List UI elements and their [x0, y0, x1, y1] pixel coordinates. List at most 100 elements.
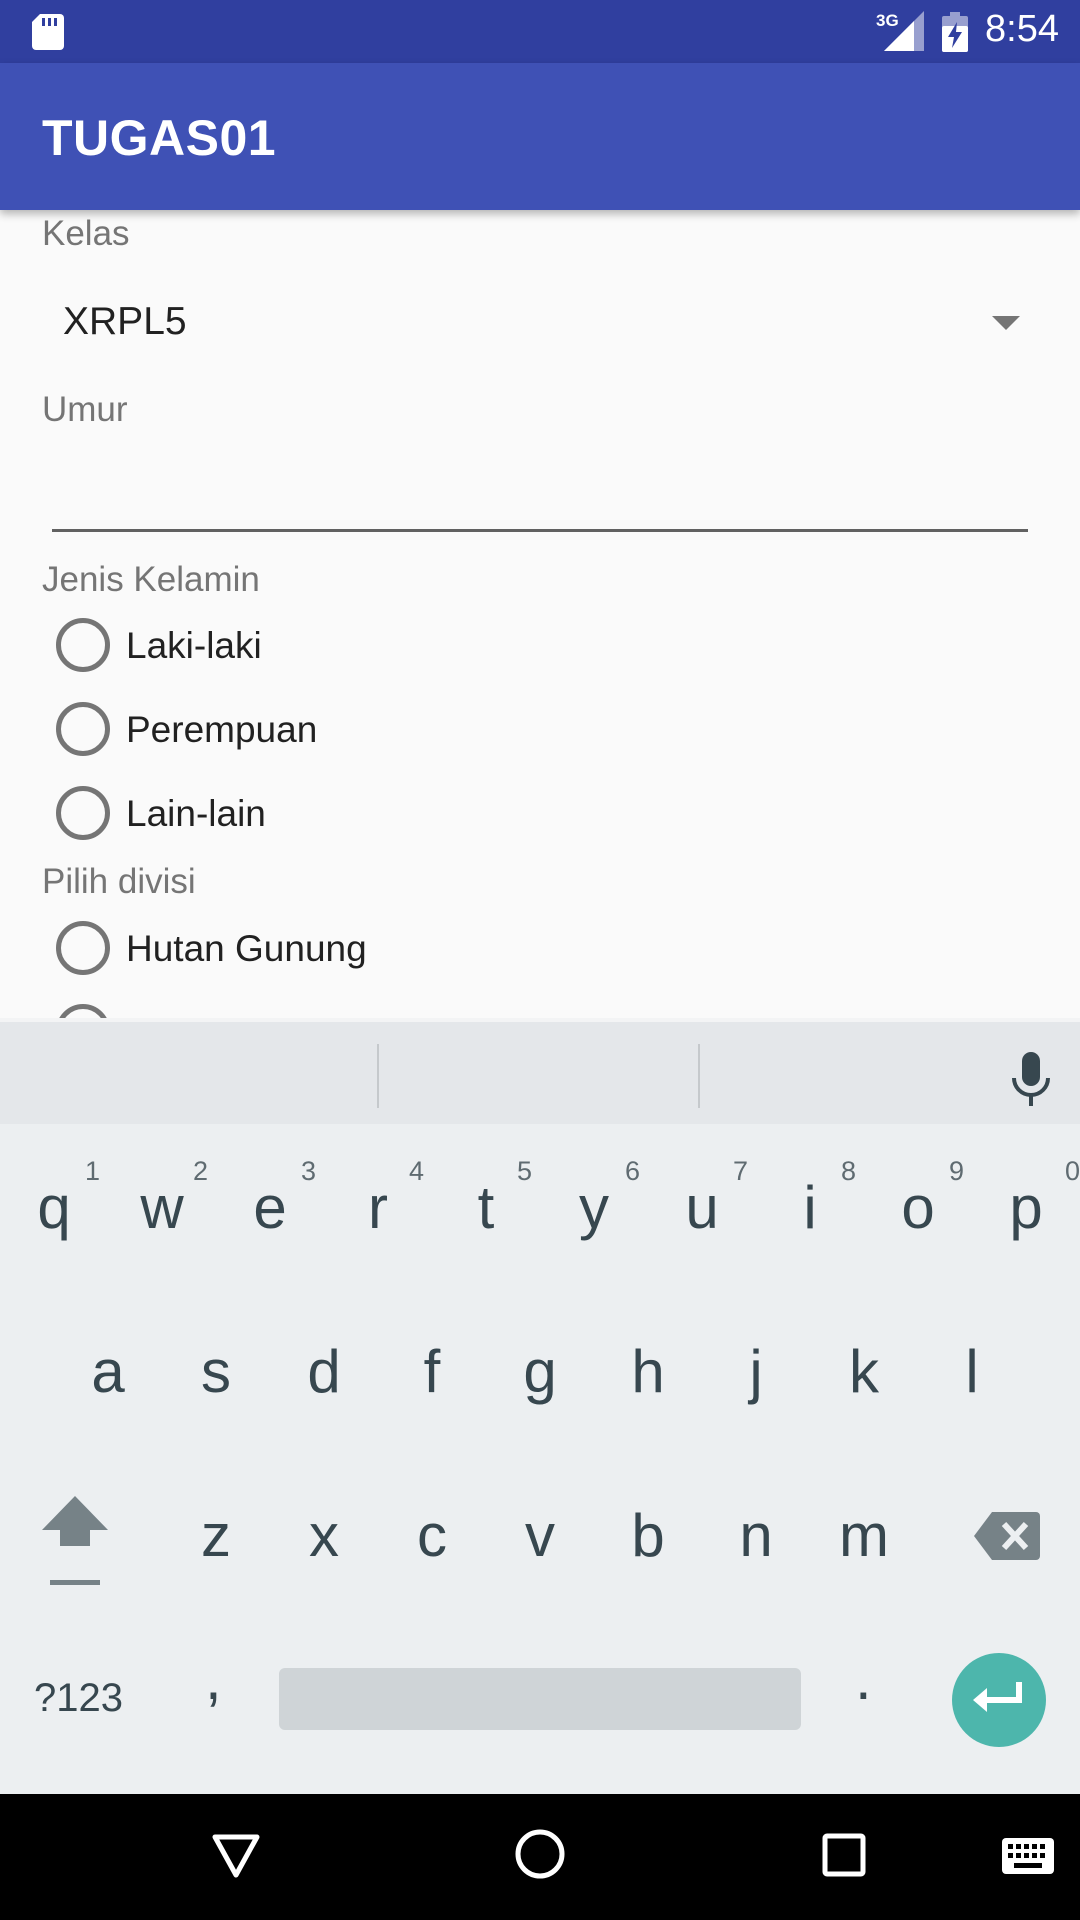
key-j[interactable]: j — [702, 1292, 810, 1452]
backspace-icon — [974, 1512, 1040, 1560]
key-label: s — [201, 1338, 231, 1405]
suggestion-strip — [0, 1018, 1080, 1124]
key-label: t — [477, 1174, 495, 1241]
key-c[interactable]: c — [378, 1456, 486, 1616]
sd-card-icon — [32, 14, 64, 50]
key-q[interactable]: 1q — [0, 1128, 108, 1288]
key-v[interactable]: v — [486, 1456, 594, 1616]
kelas-spinner-value: XRPL5 — [63, 300, 187, 343]
home-icon[interactable] — [515, 1829, 565, 1879]
radio-hutan-gunung[interactable]: Hutan Gunung — [0, 913, 600, 983]
clock: 8:54 — [985, 8, 1059, 50]
key-hint: 3 — [300, 1156, 316, 1186]
key-label: u — [685, 1174, 719, 1241]
key-g[interactable]: g — [486, 1292, 594, 1452]
key-hint: 8 — [840, 1156, 856, 1186]
key-hint: 6 — [624, 1156, 640, 1186]
battery-charging-icon — [942, 12, 968, 52]
backspace-key[interactable] — [940, 1456, 1080, 1616]
recents-icon[interactable] — [822, 1833, 866, 1877]
key-r[interactable]: 4r — [324, 1128, 432, 1288]
dropdown-arrow-icon — [992, 316, 1020, 330]
shift-key[interactable] — [0, 1456, 150, 1616]
key-hint: 2 — [192, 1156, 208, 1186]
key-b[interactable]: b — [594, 1456, 702, 1616]
key-m[interactable]: m — [810, 1456, 918, 1616]
key-p[interactable]: 0p — [972, 1128, 1080, 1288]
key-t[interactable]: 5t — [432, 1128, 540, 1288]
comma-key[interactable]: , — [205, 1644, 222, 1713]
key-label: g — [523, 1338, 557, 1405]
radio-lain-lain[interactable]: Lain-lain — [0, 778, 600, 848]
radio-button-icon — [56, 921, 110, 975]
key-label: q — [37, 1174, 71, 1241]
radio-button-icon — [56, 702, 110, 756]
key-s[interactable]: s — [162, 1292, 270, 1452]
key-k[interactable]: k — [810, 1292, 918, 1452]
key-label: v — [525, 1502, 555, 1569]
enter-icon — [973, 1682, 1022, 1712]
kelas-spinner[interactable]: XRPL5 — [42, 280, 1038, 370]
key-y[interactable]: 6y — [540, 1128, 648, 1288]
radio-button-icon — [56, 1004, 110, 1018]
key-label: r — [368, 1174, 388, 1241]
key-label: y — [579, 1174, 609, 1241]
key-label: p — [1009, 1174, 1043, 1241]
keyboard-switch-icon[interactable] — [1002, 1838, 1054, 1874]
status-bar: 3G 8:54 — [0, 0, 1080, 63]
radio-label: Lain-lain — [126, 793, 266, 834]
enter-key[interactable] — [952, 1653, 1046, 1747]
radio-label: Hutan Gunung — [126, 928, 367, 969]
key-f[interactable]: f — [378, 1292, 486, 1452]
key-hint: 1 — [84, 1156, 100, 1186]
key-w[interactable]: 2w — [108, 1128, 216, 1288]
key-x[interactable]: x — [270, 1456, 378, 1616]
app-bar: TUGAS01 — [0, 63, 1080, 210]
key-z[interactable]: z — [162, 1456, 270, 1616]
mic-icon[interactable] — [1010, 1052, 1052, 1108]
key-hint: 7 — [732, 1156, 748, 1186]
radio-perempuan[interactable]: Perempuan — [0, 694, 600, 764]
key-o[interactable]: 9o — [864, 1128, 972, 1288]
kelas-label: Kelas — [42, 214, 130, 253]
period-key[interactable]: . — [855, 1644, 872, 1713]
key-label: a — [91, 1338, 125, 1405]
key-u[interactable]: 7u — [648, 1128, 756, 1288]
soft-keyboard: 1q 2w 3e 4r 5t 6y 7u 8i 9o 0p a s d f g … — [0, 1018, 1080, 1794]
radio-laki-laki[interactable]: Laki-laki — [0, 610, 600, 680]
key-label: f — [423, 1338, 441, 1405]
symbols-key[interactable]: ?123 — [34, 1676, 123, 1721]
key-n[interactable]: n — [702, 1456, 810, 1616]
key-hint: 9 — [948, 1156, 964, 1186]
key-label: k — [849, 1338, 879, 1405]
form-content: Kelas XRPL5 Umur Jenis Kelamin Laki-laki… — [0, 210, 1080, 1018]
key-label: j — [749, 1338, 763, 1405]
key-a[interactable]: a — [54, 1292, 162, 1452]
key-i[interactable]: 8i — [756, 1128, 864, 1288]
app-title: TUGAS01 — [42, 110, 277, 166]
radio-label: Laki-laki — [126, 625, 262, 666]
back-icon[interactable] — [212, 1834, 260, 1878]
umur-label: Umur — [42, 390, 128, 429]
key-label: i — [803, 1174, 817, 1241]
key-label: c — [417, 1502, 447, 1569]
key-label: e — [253, 1174, 287, 1241]
space-key[interactable] — [279, 1668, 801, 1730]
key-label: l — [965, 1338, 979, 1405]
key-hint: 4 — [408, 1156, 424, 1186]
key-d[interactable]: d — [270, 1292, 378, 1452]
key-h[interactable]: h — [594, 1292, 702, 1452]
umur-input[interactable] — [52, 440, 1028, 532]
key-hint: 5 — [516, 1156, 532, 1186]
umur-input-underline — [52, 529, 1028, 532]
key-label: w — [140, 1174, 184, 1241]
radio-label: Perempuan — [126, 709, 318, 750]
key-l[interactable]: l — [918, 1292, 1026, 1452]
suggestion-divider — [698, 1044, 700, 1108]
suggestion-divider — [377, 1044, 379, 1108]
radio-button-icon — [56, 618, 110, 672]
key-e[interactable]: 3e — [216, 1128, 324, 1288]
navigation-bar — [0, 1794, 1080, 1920]
radio-partial[interactable] — [0, 996, 600, 1018]
radio-button-icon — [56, 786, 110, 840]
